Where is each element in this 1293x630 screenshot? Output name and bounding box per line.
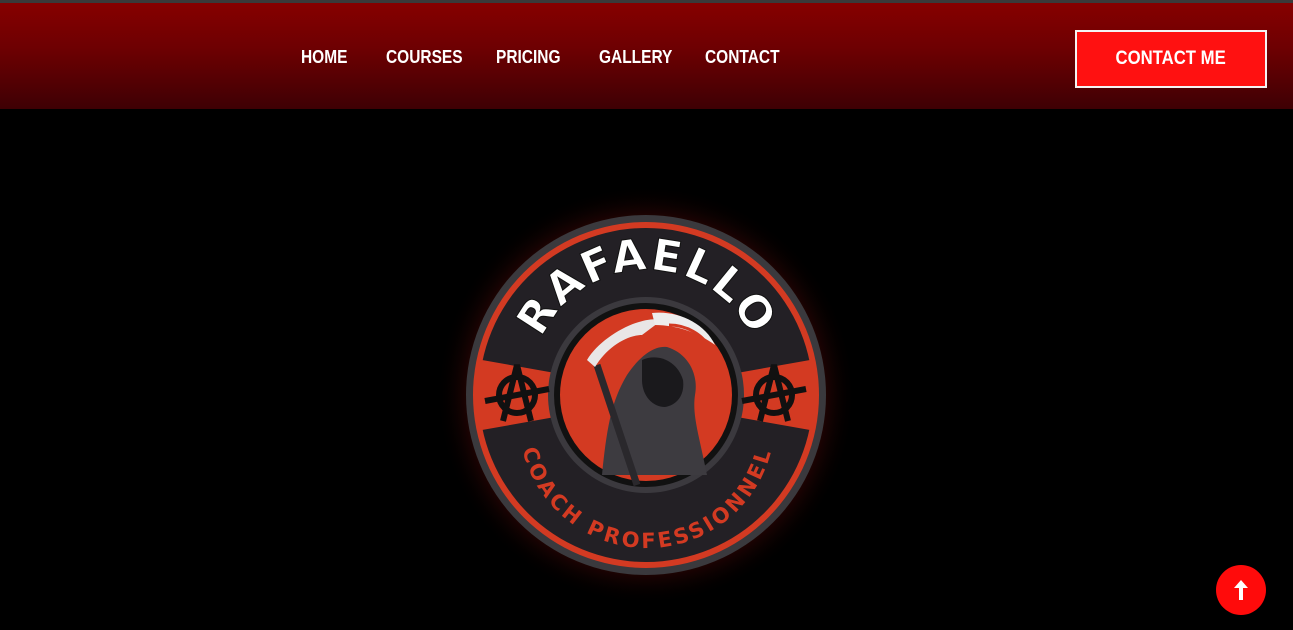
contact-me-label: CONTACT ME bbox=[1115, 48, 1227, 69]
nav-gallery-link[interactable]: GALLERY bbox=[599, 47, 672, 68]
contact-me-button[interactable]: CONTACT ME bbox=[1075, 30, 1267, 88]
nav-courses-link[interactable]: COURSES bbox=[386, 47, 463, 68]
nav-home-link[interactable]: HOME bbox=[301, 47, 347, 68]
site-header: HOME COURSES PRICING GALLERY CONTACT CON… bbox=[0, 0, 1293, 109]
scroll-to-top-button[interactable] bbox=[1216, 565, 1266, 615]
nav-contact-link[interactable]: CONTACT bbox=[705, 47, 780, 68]
arrow-up-icon bbox=[1234, 580, 1248, 600]
logo-badge-graphic: RAFAELLO COACH PROFESSIONNEL bbox=[436, 185, 856, 605]
coach-logo: RAFAELLO COACH PROFESSIONNEL bbox=[436, 185, 857, 605]
nav-pricing-link[interactable]: PRICING bbox=[496, 47, 561, 68]
